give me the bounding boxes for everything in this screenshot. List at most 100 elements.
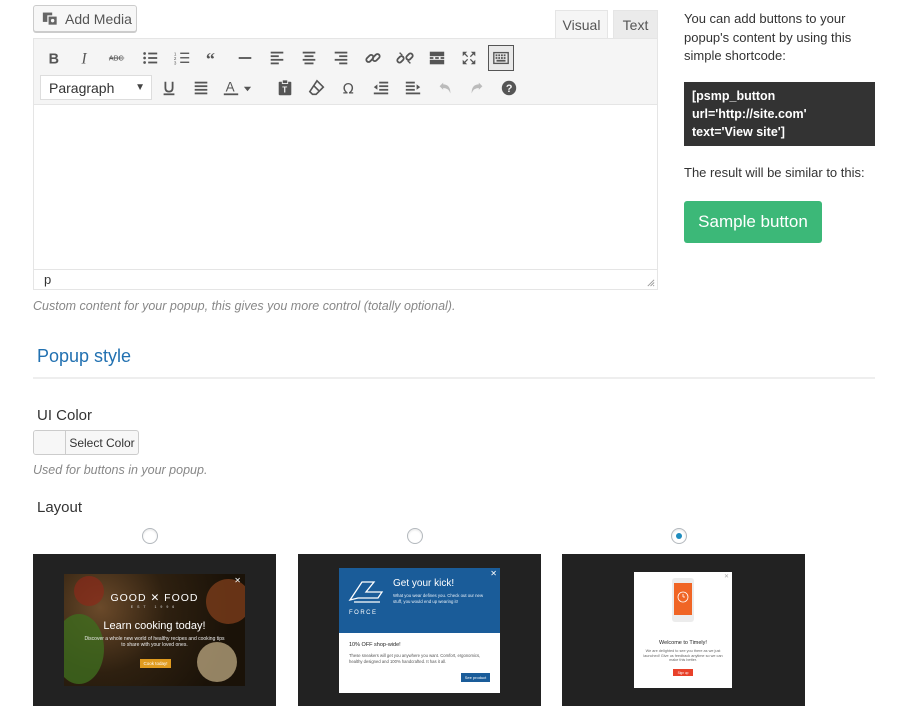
preview-button: Sign up xyxy=(673,669,693,676)
popup-preview-card: FORCE Get your kick! What you wear defin… xyxy=(339,568,500,693)
increase-indent-button[interactable] xyxy=(400,75,426,101)
svg-text:“: “ xyxy=(206,49,215,67)
horizontal-line-button[interactable] xyxy=(232,45,258,71)
keyboard-icon xyxy=(493,51,509,65)
bold-button[interactable]: B xyxy=(41,45,67,71)
color-picker[interactable]: Select Color xyxy=(33,430,139,455)
element-path: p xyxy=(44,272,52,287)
undo-button[interactable] xyxy=(432,75,458,101)
redo-icon xyxy=(471,82,483,94)
code-line: [psmp_button xyxy=(692,89,776,103)
horizontal-line-icon xyxy=(238,57,252,59)
color-swatch[interactable] xyxy=(34,431,66,454)
outdent-icon xyxy=(373,81,389,95)
indent-icon xyxy=(405,81,421,95)
preview-description: What you wear defines you. Check out our… xyxy=(393,593,484,604)
svg-text:B: B xyxy=(49,51,59,67)
close-icon: ✕ xyxy=(723,574,729,580)
content-editor: B I ABC 123 “ Paragraph ▼ A T Ω ? p xyxy=(33,38,658,290)
clipboard-icon: T xyxy=(278,79,292,96)
resize-handle-icon[interactable] xyxy=(646,278,655,287)
preview-title: Welcome to Timely! xyxy=(659,640,707,646)
svg-text:Ω: Ω xyxy=(343,81,354,97)
special-character-button[interactable]: Ω xyxy=(336,75,362,101)
ui-color-help: Used for buttons in your popup. xyxy=(33,463,208,477)
select-color-button[interactable]: Select Color xyxy=(66,431,138,454)
quote-icon: “ xyxy=(206,49,215,67)
keyboard-shortcuts-button[interactable]: ? xyxy=(496,75,522,101)
eraser-icon xyxy=(308,79,325,96)
brand-logo-sub: EST 1996 xyxy=(130,605,179,609)
preview-offer: 10% OFF shop-wide! xyxy=(349,642,401,648)
strikethrough-button[interactable]: ABC xyxy=(104,45,130,71)
shortcode-example: [psmp_button url='http://site.com' text=… xyxy=(684,82,875,146)
layout-label: Layout xyxy=(37,499,83,516)
preview-body: These sneakers will get you anywhere you… xyxy=(349,653,481,664)
popup-preview-card: ✕ GOOD ✕ FOOD EST 1996 Learn cooking tod… xyxy=(64,574,245,686)
clock-icon xyxy=(677,591,689,603)
bullet-list-icon xyxy=(143,52,158,64)
paste-text-button[interactable]: T xyxy=(272,75,298,101)
layout-radio-3[interactable] xyxy=(671,528,687,544)
read-more-button[interactable] xyxy=(424,45,450,71)
decrease-indent-button[interactable] xyxy=(368,75,394,101)
align-left-button[interactable] xyxy=(264,45,290,71)
editor-toolbar: B I ABC 123 “ Paragraph ▼ A T Ω ? xyxy=(34,39,657,105)
align-left-icon xyxy=(270,51,284,65)
bullet-list-button[interactable] xyxy=(137,45,163,71)
layout-preview-3[interactable]: ✕ Welcome to Timely! We are delighted to… xyxy=(562,554,805,706)
media-icon xyxy=(42,12,58,26)
italic-icon: I xyxy=(81,50,88,67)
clear-formatting-button[interactable] xyxy=(304,75,330,101)
remove-link-button[interactable] xyxy=(392,45,418,71)
editor-help-text: Custom content for your popup, this give… xyxy=(33,299,456,313)
justify-icon xyxy=(194,81,208,95)
underline-button[interactable] xyxy=(156,75,182,101)
sneaker-icon xyxy=(348,581,384,603)
italic-button[interactable]: I xyxy=(73,45,99,71)
text-color-button[interactable]: A xyxy=(220,75,260,101)
redo-button[interactable] xyxy=(464,75,490,101)
unlink-icon xyxy=(396,52,414,64)
justify-button[interactable] xyxy=(188,75,214,101)
numbered-list-icon: 123 xyxy=(174,51,190,65)
blockquote-button[interactable]: “ xyxy=(201,45,227,71)
ui-color-label: UI Color xyxy=(37,407,93,424)
add-media-button[interactable]: Add Media xyxy=(33,5,137,32)
text-color-icon: A xyxy=(223,80,239,96)
layout-preview-1[interactable]: ✕ GOOD ✕ FOOD EST 1996 Learn cooking tod… xyxy=(33,554,276,706)
insert-link-button[interactable] xyxy=(360,45,386,71)
paragraph-format-select[interactable]: Paragraph ▼ xyxy=(40,75,152,100)
brand-logo: GOOD ✕ FOOD xyxy=(110,592,199,604)
close-icon: ✕ xyxy=(234,576,241,585)
phone-screen xyxy=(674,583,692,615)
fullscreen-button[interactable] xyxy=(456,45,482,71)
align-right-button[interactable] xyxy=(328,45,354,71)
svg-text:?: ? xyxy=(506,83,513,95)
preview-title: Get your kick! xyxy=(393,578,455,589)
shortcode-intro-line: simple shortcode: xyxy=(684,48,786,63)
add-media-label: Add Media xyxy=(65,10,132,27)
section-divider xyxy=(33,377,875,379)
food-decoration xyxy=(197,642,237,682)
format-select-value: Paragraph xyxy=(49,79,115,96)
dropdown-arrow-icon: ▼ xyxy=(135,82,145,93)
chevron-down-icon xyxy=(243,86,252,91)
editor-content-area[interactable] xyxy=(34,105,657,269)
sample-button[interactable]: Sample button xyxy=(684,201,822,243)
layout-preview-2[interactable]: FORCE Get your kick! What you wear defin… xyxy=(298,554,541,706)
code-line: url='http://site.com' xyxy=(692,107,807,121)
layout-radio-2[interactable] xyxy=(407,528,423,544)
svg-text:I: I xyxy=(81,50,88,67)
read-more-icon xyxy=(429,51,445,65)
numbered-list-button[interactable]: 123 xyxy=(169,45,195,71)
toolbar-toggle-button[interactable] xyxy=(488,45,514,71)
link-icon xyxy=(365,53,381,63)
layout-radio-1[interactable] xyxy=(142,528,158,544)
align-center-button[interactable] xyxy=(296,45,322,71)
result-text: The result will be similar to this: xyxy=(684,165,865,180)
omega-icon: Ω xyxy=(343,81,354,97)
fullscreen-icon xyxy=(462,51,476,65)
tab-text[interactable]: Text xyxy=(613,10,658,39)
tab-visual[interactable]: Visual xyxy=(555,10,608,39)
